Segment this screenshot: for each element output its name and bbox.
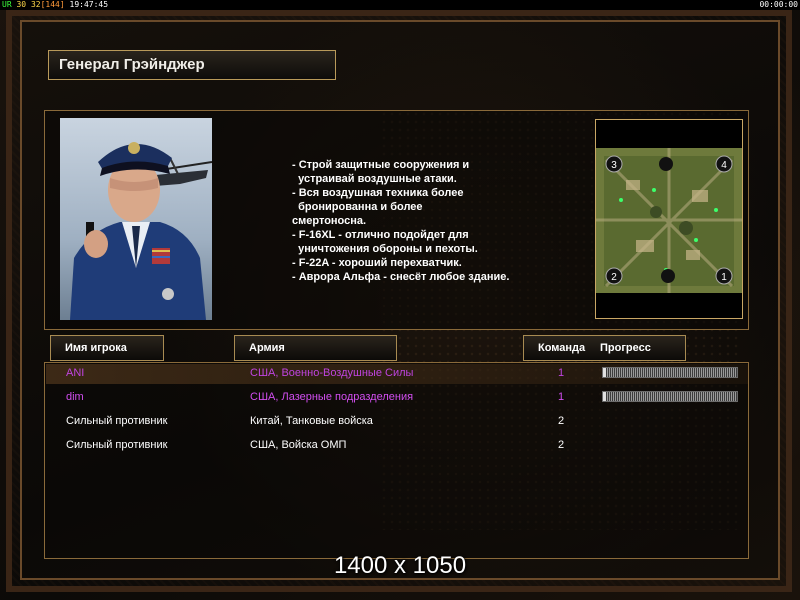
player-team: 2 xyxy=(558,415,565,427)
column-label: Армия xyxy=(249,342,285,354)
spawn-label: 3 xyxy=(611,160,617,171)
progress-fill xyxy=(603,368,606,377)
player-team: 1 xyxy=(558,367,565,379)
player-team: 1 xyxy=(558,391,565,403)
clock-right: 00:00:00 xyxy=(759,0,798,9)
player-row: dim США, Лазерные подразделения 1 xyxy=(0,386,800,408)
map-preview[interactable]: 3 4 2 1 xyxy=(595,119,743,319)
column-label: Команда xyxy=(538,342,586,354)
column-header-team-progress: Команда Прогресс xyxy=(523,335,686,361)
description-line: устраивай воздушные атаки. xyxy=(292,173,457,185)
column-label: Имя игрока xyxy=(65,342,127,354)
player-row: ANI США, Военно-Воздушные Силы 1 xyxy=(0,362,800,384)
description-line: - Вся воздушная техника более xyxy=(292,187,464,199)
player-team: 2 xyxy=(558,439,565,451)
spawn-label: 1 xyxy=(721,272,727,283)
clock-left: 19:47:45 xyxy=(69,0,109,9)
player-army: США, Войска ОМП xyxy=(250,439,347,451)
debug-stats: UR 30 32[144] 19:47:45 xyxy=(2,0,108,10)
net-value: 32 xyxy=(30,0,41,9)
general-portrait-image xyxy=(60,118,212,320)
description-line: смертоносна. xyxy=(292,215,367,227)
resolution-overlay: 1400 x 1050 xyxy=(333,552,467,579)
player-name: Сильный противник xyxy=(66,415,168,427)
player-name: dim xyxy=(66,391,84,403)
progress-fill xyxy=(603,392,606,401)
player-name: Сильный противник xyxy=(66,439,168,451)
minimap-image: 3 4 2 1 xyxy=(596,120,742,318)
player-army: США, Военно-Воздушные Силы xyxy=(250,367,414,379)
description-line: - Строй защитные сооружения и xyxy=(292,159,470,171)
debug-bar: UR 30 32[144] 19:47:45 00:00:00 xyxy=(0,0,800,10)
player-army: США, Лазерные подразделения xyxy=(250,391,414,403)
loading-progress-bar xyxy=(602,391,738,402)
general-description: - Строй защитные сооружения и устраивай … xyxy=(292,158,552,284)
loading-progress-bar xyxy=(602,367,738,378)
spawn-label: 4 xyxy=(721,160,727,171)
general-name: Генерал Грэйнджер xyxy=(59,56,205,73)
spawn-label: 2 xyxy=(611,272,617,283)
ur-label: UR xyxy=(2,0,12,9)
description-line: уничтожения обороны и пехоты. xyxy=(292,243,478,255)
lag-value: [144] xyxy=(40,0,65,9)
general-portrait xyxy=(60,118,212,320)
general-title-box: Генерал Грэйнджер xyxy=(48,50,336,80)
column-header-player: Имя игрока xyxy=(50,335,164,361)
player-name: ANI xyxy=(66,367,85,379)
column-header-army: Армия xyxy=(234,335,397,361)
player-army: Китай, Танковые войска xyxy=(250,415,373,427)
player-row: Сильный противник США, Войска ОМП 2 xyxy=(0,434,800,456)
description-line: - F-22A - хороший перехватчик. xyxy=(292,257,462,269)
description-line: бронированна и более xyxy=(292,201,423,213)
column-label: Прогресс xyxy=(600,342,651,354)
description-line: - F-16XL - отлично подойдет для xyxy=(292,229,469,241)
fps-value: 30 xyxy=(16,0,27,9)
player-row: Сильный противник Китай, Танковые войска… xyxy=(0,410,800,432)
description-line: - Аврора Альфа - снесёт любое здание. xyxy=(292,271,510,283)
